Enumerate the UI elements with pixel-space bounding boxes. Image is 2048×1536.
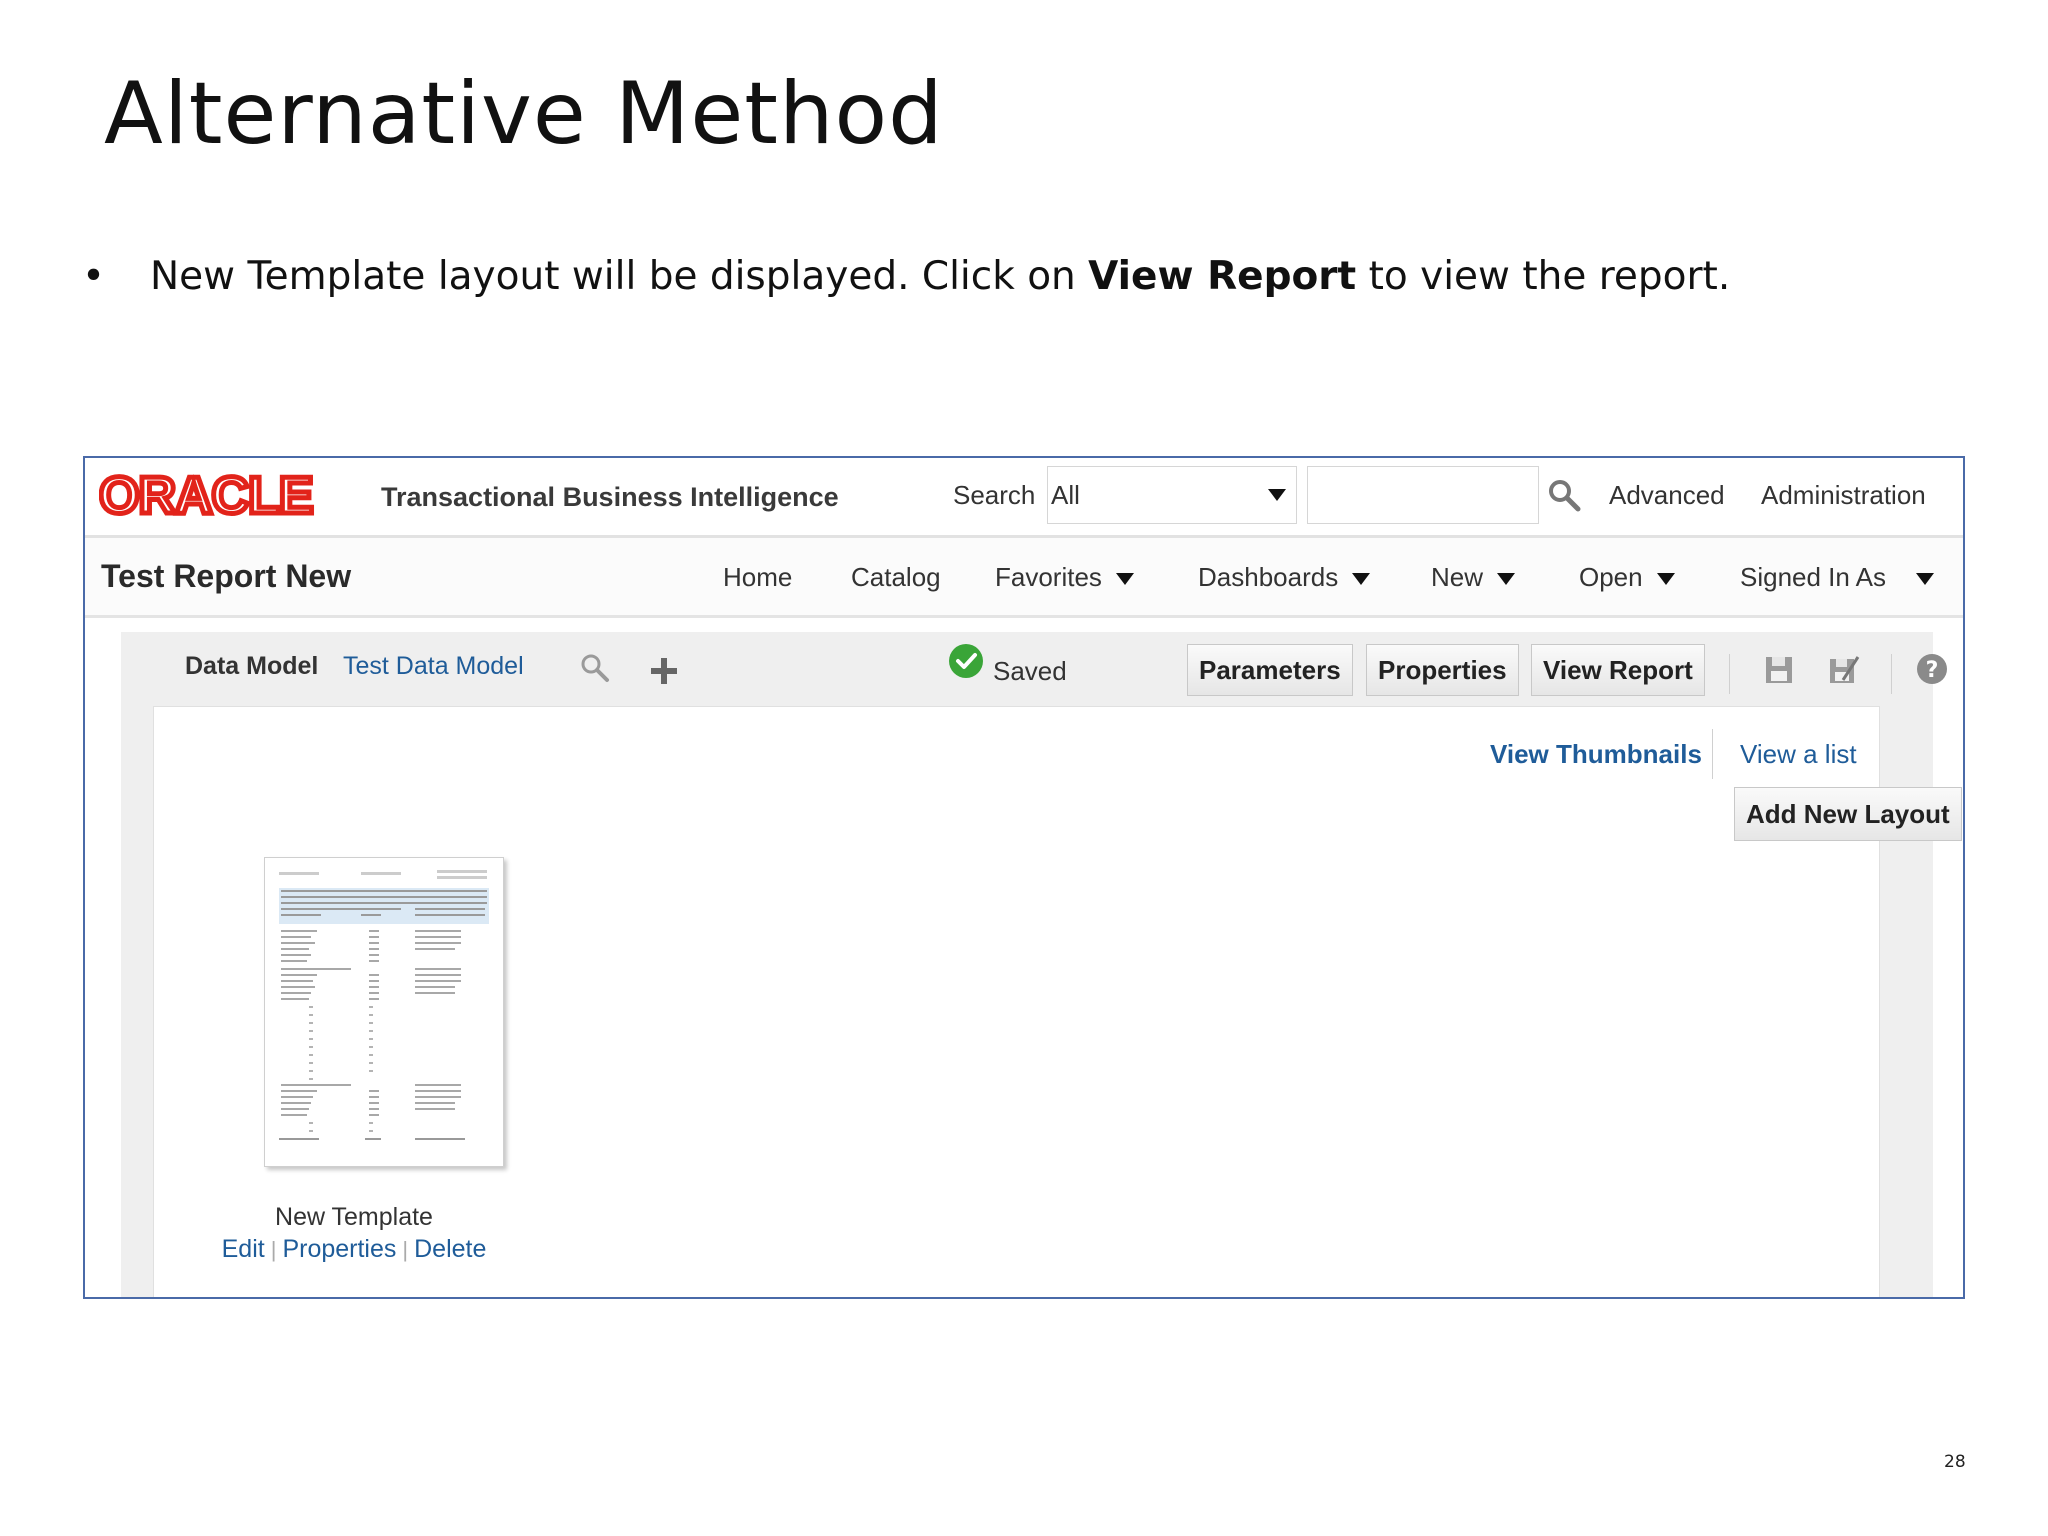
nav-dashboards-label: Dashboards — [1198, 562, 1339, 592]
template-properties-link[interactable]: Properties — [282, 1235, 396, 1263]
bullet-text: New Template layout will be displayed. C… — [150, 254, 1730, 299]
toolbar-divider — [1891, 654, 1892, 694]
parameters-button[interactable]: Parameters — [1187, 644, 1353, 696]
slide-bullet: • New Template layout will be displayed.… — [82, 254, 1730, 299]
template-delete-link[interactable]: Delete — [414, 1235, 486, 1263]
nav-home[interactable]: Home — [723, 562, 792, 593]
saved-status: Saved — [993, 656, 1067, 686]
oracle-logo-text: ORACLE — [99, 472, 313, 520]
report-navbar: Test Report New Home Catalog Favorites D… — [85, 538, 1963, 618]
search-scope-select[interactable]: All — [1047, 466, 1297, 524]
search-scope-value: All — [1051, 480, 1080, 510]
chevron-down-icon — [1115, 573, 1134, 586]
nav-catalog[interactable]: Catalog — [851, 562, 941, 593]
view-divider — [1712, 729, 1713, 779]
report-toolbar: Data Model Test Data Model Saved Paramet… — [121, 632, 1947, 706]
app-screenshot: ORACLE Transactional Business Intelligen… — [83, 456, 1965, 1299]
properties-button[interactable]: Properties — [1366, 644, 1519, 696]
save-icon[interactable] — [1763, 654, 1795, 686]
nav-favorites-label: Favorites — [995, 562, 1102, 592]
bullet-text-post: to view the report. — [1356, 254, 1731, 299]
template-thumbnail[interactable] — [264, 857, 504, 1167]
nav-open[interactable]: Open — [1579, 562, 1675, 593]
report-preview-image — [279, 870, 489, 1140]
bullet-text-pre: New Template layout will be displayed. C… — [150, 254, 1089, 299]
slide-title: Alternative Method — [104, 64, 944, 164]
data-model-link[interactable]: Test Data Model — [343, 652, 524, 681]
help-icon[interactable]: ? — [1915, 652, 1949, 686]
view-list-link[interactable]: View a list — [1740, 739, 1857, 770]
search-icon[interactable] — [1547, 478, 1583, 514]
search-input[interactable] — [1307, 466, 1539, 524]
view-thumbnails-link[interactable]: View Thumbnails — [1490, 739, 1702, 770]
nav-dashboards[interactable]: Dashboards — [1198, 562, 1371, 593]
layouts-panel: View Thumbnails View a list Add New Layo… — [153, 706, 1962, 1297]
nav-new[interactable]: New — [1431, 562, 1516, 593]
chevron-down-icon — [1656, 573, 1675, 586]
report-title: Test Report New — [101, 558, 352, 594]
check-icon — [949, 644, 983, 678]
toolbar-divider — [1729, 654, 1730, 694]
chevron-down-icon — [1268, 489, 1286, 501]
bullet-text-bold: View Report — [1088, 254, 1357, 299]
administration-link[interactable]: Administration — [1761, 480, 1926, 511]
chevron-down-icon — [1916, 573, 1934, 586]
link-divider: | — [270, 1237, 277, 1262]
report-editor: Data Model Test Data Model Saved Paramet… — [121, 632, 1962, 1297]
nav-signed-in-as[interactable]: Signed In As — [1740, 562, 1934, 593]
add-new-layout-button[interactable]: Add New Layout — [1734, 787, 1962, 841]
nav-open-label: Open — [1579, 562, 1643, 592]
add-icon[interactable] — [649, 656, 679, 686]
nav-favorites[interactable]: Favorites — [995, 562, 1134, 593]
product-name: Transactional Business Intelligence — [381, 482, 839, 512]
chevron-down-icon — [1497, 573, 1516, 586]
search-icon[interactable] — [579, 652, 611, 684]
global-header: ORACLE Transactional Business Intelligen… — [85, 458, 1963, 538]
nav-new-label: New — [1431, 562, 1484, 592]
search-label: Search — [953, 480, 1036, 510]
bullet-icon: • — [82, 254, 106, 299]
advanced-search-link[interactable]: Advanced — [1609, 480, 1725, 511]
template-name: New Template — [275, 1203, 433, 1231]
chevron-down-icon — [1352, 573, 1371, 586]
data-model-label: Data Model — [185, 652, 319, 680]
save-as-icon[interactable] — [1827, 654, 1861, 686]
oracle-logo: ORACLE — [99, 472, 316, 520]
view-report-button[interactable]: View Report — [1531, 644, 1705, 696]
svg-text:?: ? — [1926, 658, 1939, 683]
link-divider: | — [402, 1237, 409, 1262]
template-edit-link[interactable]: Edit — [222, 1235, 265, 1263]
page-number: 28 — [1944, 1452, 1966, 1472]
template-actions: Edit | Properties | Delete — [204, 1235, 504, 1264]
nav-signed-in-as-label: Signed In As — [1740, 562, 1886, 592]
